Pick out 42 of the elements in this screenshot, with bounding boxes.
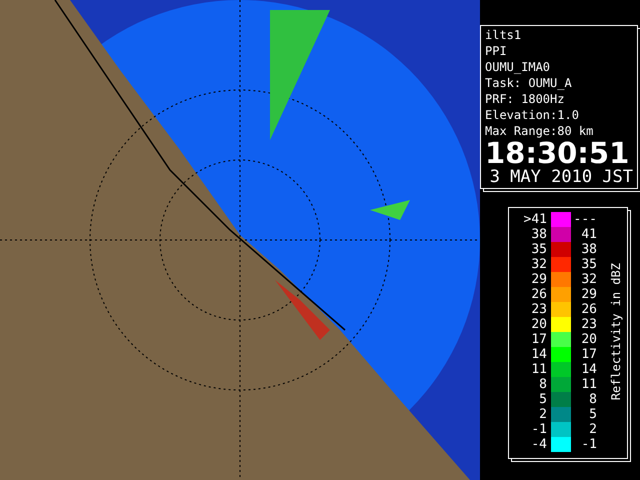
legend-high-value: 26 [580, 302, 597, 317]
info-line: PPI [485, 43, 508, 59]
legend-low-value: 8 [538, 377, 547, 392]
legend-high-value: 35 [580, 257, 597, 272]
date-readout: 3 MAY 2010 JST [488, 167, 633, 187]
legend-low-value: 11 [530, 362, 547, 377]
legend-high-value: 8 [588, 392, 597, 407]
legend-title: Reflectivity in dBZ [609, 263, 623, 401]
legend-low-value: 20 [530, 317, 547, 332]
info-line: Elevation:1.0 [485, 107, 580, 123]
legend-high-value: 38 [580, 242, 597, 257]
legend-low-value: -4 [530, 437, 547, 452]
legend-high-value: 23 [580, 317, 597, 332]
info-line: Max Range:80 km [485, 123, 594, 139]
legend-high-value: 32 [580, 272, 597, 287]
legend-low-value: 26 [530, 287, 547, 302]
legend-low-value: 35 [530, 242, 547, 257]
info-line: OUMU_IMA0 [485, 59, 552, 75]
legend-low-value: 23 [530, 302, 547, 317]
info-line: ilts1 [485, 27, 522, 43]
info-line: Task: OUMU_A [485, 75, 573, 91]
legend-low-value: -1 [530, 422, 547, 437]
legend-low-value: 14 [530, 347, 547, 362]
legend-high-value: 41 [580, 227, 597, 242]
time-readout: 18:30:51 [485, 139, 630, 167]
legend-high-value: 29 [580, 287, 597, 302]
legend-low-value: 29 [530, 272, 547, 287]
legend-high-value: 20 [580, 332, 597, 347]
legend-low-value: 5 [538, 392, 547, 407]
legend-low-value: 17 [530, 332, 547, 347]
legend-low-value: 2 [538, 407, 547, 422]
legend-high-value: 2 [588, 422, 597, 437]
legend-low-value: 38 [530, 227, 547, 242]
legend-high-value: 11 [580, 377, 597, 392]
legend-low-value: >41 [522, 212, 547, 227]
legend-high-value: --- [573, 212, 597, 227]
legend-high-value: -1 [580, 437, 597, 452]
legend-low-value: 32 [530, 257, 547, 272]
legend-high-value: 17 [580, 347, 597, 362]
legend-high-value: 5 [588, 407, 597, 422]
legend-high-value: 14 [580, 362, 597, 377]
info-line: PRF: 1800Hz [485, 91, 566, 107]
